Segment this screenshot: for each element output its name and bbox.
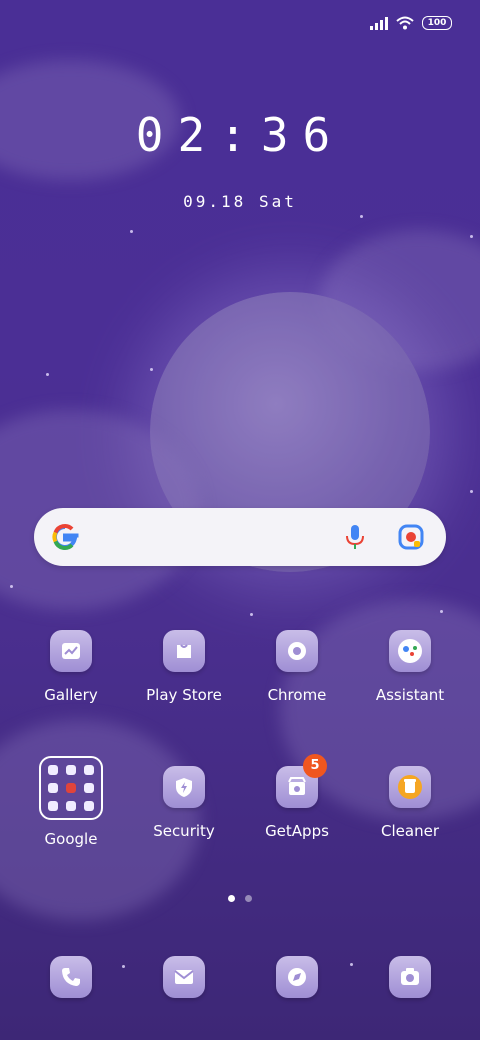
dock-browser[interactable] [241,956,353,998]
phone-icon [50,956,92,998]
dock-messages[interactable] [128,956,240,998]
app-gallery[interactable]: Gallery [15,630,127,704]
google-logo-icon [52,524,79,550]
page-dot [245,895,252,902]
messages-icon [163,956,205,998]
dock-camera[interactable] [354,956,466,998]
play-store-icon [163,630,205,672]
google-search-bar[interactable] [34,508,446,566]
google-folder-icon [39,756,103,820]
wifi-icon [396,16,414,30]
folder-google[interactable]: Google [15,756,127,848]
cleaner-icon [389,766,431,808]
app-label: Security [153,822,215,840]
app-label: Assistant [375,686,445,704]
google-lens-icon[interactable] [396,522,426,552]
app-play-store[interactable]: Play Store [128,630,240,704]
mic-icon[interactable] [340,522,370,552]
dock-phone[interactable] [15,956,127,998]
signal-icon [370,16,388,30]
gallery-icon [50,630,92,672]
camera-icon [389,956,431,998]
browser-icon [276,956,318,998]
chrome-icon [276,630,318,672]
clock-time[interactable]: 02:36 [0,108,480,162]
app-cleaner[interactable]: Cleaner [354,766,466,840]
app-label: GetApps [265,822,329,840]
app-label: Google [44,830,98,848]
app-getapps[interactable]: 5 GetApps [241,754,353,840]
page-indicator[interactable] [0,895,480,902]
status-bar: 100 [370,16,452,30]
app-label: Gallery [44,686,98,704]
app-security[interactable]: Security [128,766,240,840]
assistant-icon [389,630,431,672]
app-label: Chrome [267,686,327,704]
app-label: Play Store [146,686,222,704]
notification-badge: 5 [303,754,327,778]
app-chrome[interactable]: Chrome [241,630,353,704]
app-label: Cleaner [381,822,439,840]
security-icon [163,766,205,808]
battery-icon: 100 [422,16,452,30]
app-assistant[interactable]: Assistant [354,630,466,704]
page-dot-active [228,895,235,902]
clock-date[interactable]: 09.18 Sat [0,192,480,211]
